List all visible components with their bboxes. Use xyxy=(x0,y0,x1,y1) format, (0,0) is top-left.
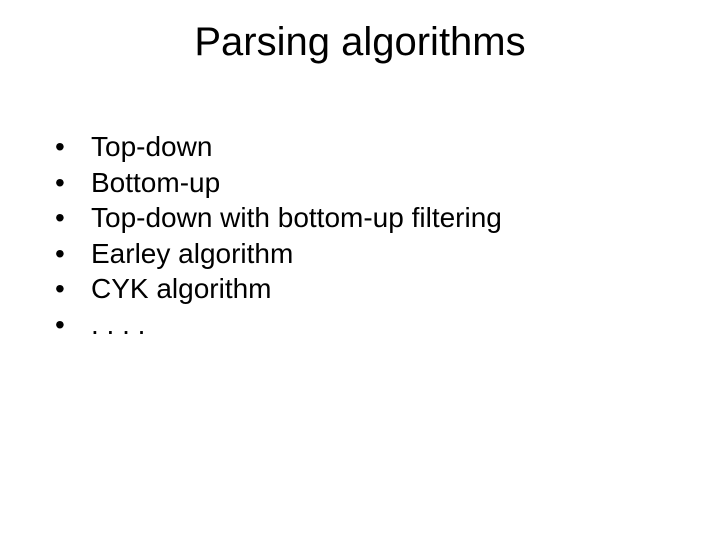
list-item: • . . . . xyxy=(55,308,655,342)
list-item-text: Earley algorithm xyxy=(91,237,655,271)
list-item: • Top-down with bottom-up filtering xyxy=(55,201,655,235)
slide: Parsing algorithms • Top-down • Bottom-u… xyxy=(0,0,720,540)
bullet-icon: • xyxy=(55,166,91,200)
list-item-text: . . . . xyxy=(91,308,655,342)
list-item-text: Top-down with bottom-up filtering xyxy=(91,201,655,235)
bullet-icon: • xyxy=(55,272,91,306)
bullet-icon: • xyxy=(55,201,91,235)
list-item: • CYK algorithm xyxy=(55,272,655,306)
list-item: • Earley algorithm xyxy=(55,237,655,271)
bullet-icon: • xyxy=(55,130,91,164)
bullet-icon: • xyxy=(55,237,91,271)
slide-body: • Top-down • Bottom-up • Top-down with b… xyxy=(55,130,655,344)
list-item: • Top-down xyxy=(55,130,655,164)
list-item-text: Bottom-up xyxy=(91,166,655,200)
list-item: • Bottom-up xyxy=(55,166,655,200)
slide-title: Parsing algorithms xyxy=(0,20,720,65)
bullet-icon: • xyxy=(55,308,91,342)
list-item-text: CYK algorithm xyxy=(91,272,655,306)
list-item-text: Top-down xyxy=(91,130,655,164)
